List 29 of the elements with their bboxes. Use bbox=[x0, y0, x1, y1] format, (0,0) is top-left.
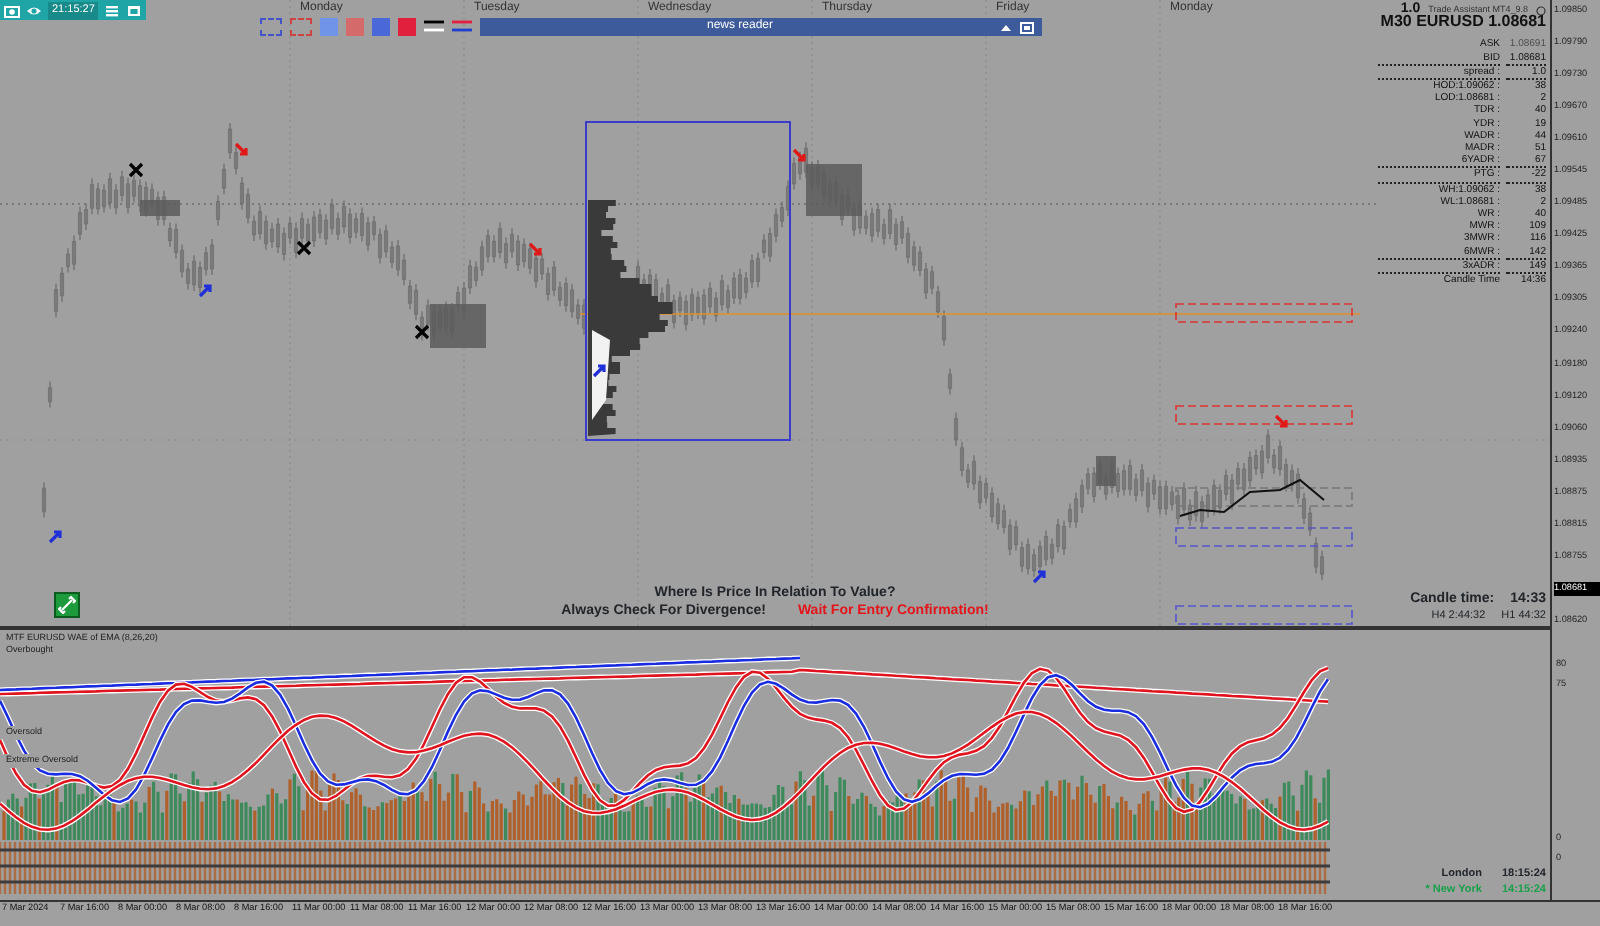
arrow-icon bbox=[592, 364, 606, 378]
color-swatch[interactable] bbox=[372, 18, 390, 36]
window-icon[interactable] bbox=[126, 3, 143, 17]
arrow-icon bbox=[48, 530, 62, 544]
link-icon[interactable] bbox=[54, 592, 80, 618]
cross-mark-icon bbox=[414, 324, 430, 340]
eye-icon[interactable] bbox=[26, 3, 42, 17]
color-swatch[interactable] bbox=[346, 18, 364, 36]
arrow-icon bbox=[198, 284, 212, 298]
arrow-icon bbox=[528, 242, 542, 256]
caret-icon[interactable] bbox=[1000, 21, 1012, 33]
cross-mark-icon bbox=[128, 162, 144, 178]
arrow-icon bbox=[1032, 570, 1046, 584]
cross-mark-icon bbox=[296, 240, 312, 256]
arrow-icon bbox=[1274, 414, 1288, 428]
dashed-box-button[interactable] bbox=[260, 18, 282, 36]
window-icon[interactable] bbox=[1020, 21, 1034, 33]
camera-icon[interactable] bbox=[4, 3, 20, 17]
arrow-icon bbox=[234, 142, 248, 156]
dashed-box-button[interactable] bbox=[290, 18, 312, 36]
symbol-quote: M30 EURUSD 1.08681 bbox=[1380, 12, 1546, 31]
color-swatch[interactable] bbox=[320, 18, 338, 36]
line-style-icon[interactable] bbox=[424, 18, 444, 36]
color-swatch[interactable] bbox=[398, 18, 416, 36]
price-zone-box bbox=[1096, 456, 1116, 486]
info-icon[interactable] bbox=[1536, 5, 1546, 16]
arrow-icon bbox=[792, 148, 806, 162]
price-zone-box bbox=[430, 304, 486, 348]
menu-icon[interactable] bbox=[104, 3, 121, 17]
